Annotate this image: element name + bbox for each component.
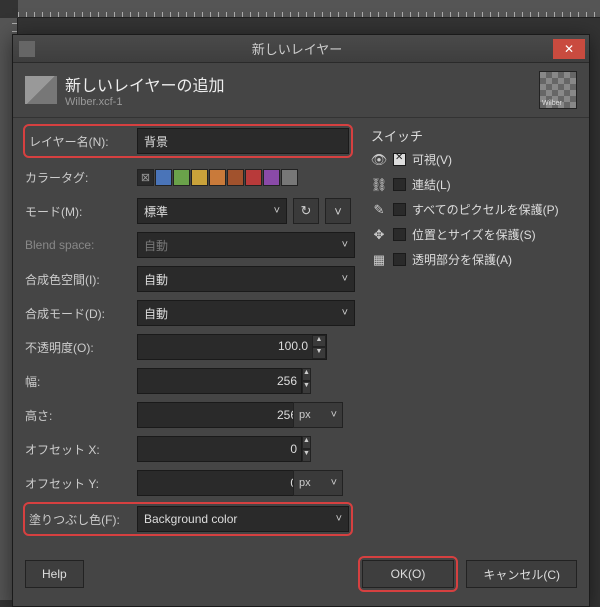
opacity-down[interactable]: ▼ xyxy=(312,347,326,359)
fill-label: 塗りつぶし色(F): xyxy=(29,511,137,528)
lock-alpha-checkbox[interactable] xyxy=(393,253,406,266)
offset-x-label: オフセット X: xyxy=(25,441,137,458)
window-title: 新しいレイヤー xyxy=(41,39,553,58)
alpha-icon: ▦ xyxy=(371,252,387,268)
height-input[interactable] xyxy=(137,402,302,428)
lock-position-checkbox[interactable] xyxy=(393,228,406,241)
swatch-violet[interactable] xyxy=(263,169,280,186)
composite-space-label: 合成色空間(I): xyxy=(25,271,137,288)
composite-mode-label: 合成モード(D): xyxy=(25,305,137,322)
eye-icon: 👁 xyxy=(371,152,387,168)
offset-y-input[interactable] xyxy=(137,470,302,496)
header-title: 新しいレイヤーの追加 xyxy=(65,72,225,96)
ruler-top xyxy=(18,0,600,18)
visible-checkbox[interactable] xyxy=(393,153,406,166)
help-button[interactable]: Help xyxy=(25,560,84,588)
layer-name-input[interactable] xyxy=(137,128,349,154)
swatch-blue[interactable] xyxy=(155,169,172,186)
brush-icon: ✎ xyxy=(371,202,387,218)
offset-x-input[interactable] xyxy=(137,436,302,462)
chain-icon: ⛓ xyxy=(371,177,387,193)
linked-checkbox[interactable] xyxy=(393,178,406,191)
move-icon: ✥ xyxy=(371,227,387,243)
layer-name-label: レイヤー名(N): xyxy=(29,133,137,150)
opacity-label: 不透明度(O): xyxy=(25,339,137,356)
height-label: 高さ: xyxy=(25,407,137,424)
mode-label: モード(M): xyxy=(25,203,137,220)
fill-highlight: 塗りつぶし色(F): Background color xyxy=(23,502,353,536)
blend-space-select[interactable]: 自動 xyxy=(137,232,355,258)
offset-y-label: オフセット Y: xyxy=(25,475,137,492)
swatch-yellow[interactable] xyxy=(191,169,208,186)
swatch-gray[interactable] xyxy=(281,169,298,186)
lock-pixels-checkbox[interactable] xyxy=(393,203,406,216)
layer-icon xyxy=(25,76,57,104)
swatch-brown[interactable] xyxy=(227,169,244,186)
mode-select[interactable]: 標準 xyxy=(137,198,287,224)
composite-mode-select[interactable]: 自動 xyxy=(137,300,355,326)
swatch-green[interactable] xyxy=(173,169,190,186)
preview-thumbnail xyxy=(539,71,577,109)
opacity-slider[interactable]: 100.0 ▲▼ xyxy=(137,334,327,360)
width-input[interactable] xyxy=(137,368,302,394)
size-unit-select[interactable]: px˅ xyxy=(293,402,343,428)
ok-button[interactable]: OK(O) xyxy=(362,560,455,588)
app-icon xyxy=(19,41,35,57)
swatch-orange[interactable] xyxy=(209,169,226,186)
swatch-red[interactable] xyxy=(245,169,262,186)
color-tag-swatches: ⊠ xyxy=(137,169,298,186)
mode-menu-button[interactable]: ˅ xyxy=(325,198,351,224)
dialog-header: 新しいレイヤーの追加 Wilber.xcf-1 xyxy=(13,63,589,118)
opacity-up[interactable]: ▲ xyxy=(312,335,326,347)
width-label: 幅: xyxy=(25,373,137,390)
color-tag-label: カラータグ: xyxy=(25,169,137,186)
blend-space-label: Blend space: xyxy=(25,238,137,252)
titlebar[interactable]: 新しいレイヤー ✕ xyxy=(13,35,589,63)
header-subtitle: Wilber.xcf-1 xyxy=(65,96,225,108)
new-layer-dialog: 新しいレイヤー ✕ 新しいレイヤーの追加 Wilber.xcf-1 レイヤー名(… xyxy=(12,34,590,607)
offset-unit-select[interactable]: px˅ xyxy=(293,470,343,496)
mode-reset-button[interactable]: ↻ xyxy=(293,198,319,224)
cancel-button[interactable]: キャンセル(C) xyxy=(466,560,577,588)
close-button[interactable]: ✕ xyxy=(553,39,585,59)
ok-highlight: OK(O) xyxy=(358,556,459,592)
swatch-none[interactable]: ⊠ xyxy=(137,169,154,186)
composite-space-select[interactable]: 自動 xyxy=(137,266,355,292)
fill-select[interactable]: Background color xyxy=(137,506,349,532)
switches-title: スイッチ xyxy=(371,126,577,145)
layer-name-highlight: レイヤー名(N): xyxy=(23,124,353,158)
